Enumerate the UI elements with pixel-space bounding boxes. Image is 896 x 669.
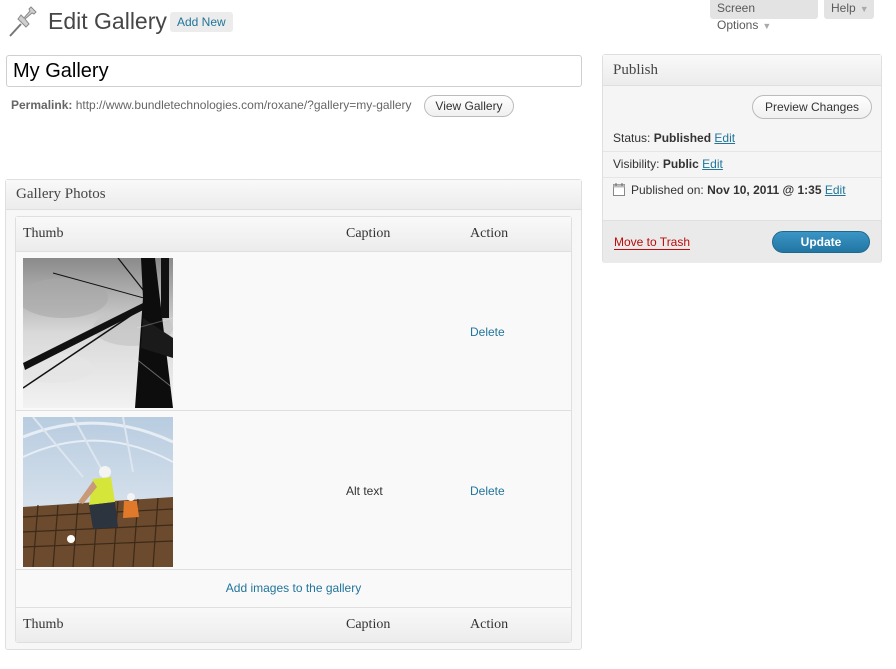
- published-label: Published on:: [631, 183, 704, 197]
- column-thumb: Thumb: [23, 617, 64, 632]
- table-row: Delete: [16, 252, 571, 411]
- preview-changes-button[interactable]: Preview Changes: [752, 95, 872, 119]
- publish-actions: Move to Trash Update: [603, 220, 881, 263]
- permalink: Permalink: http://www.bundletechnologies…: [11, 98, 412, 112]
- table-footer: Thumb Caption Action: [16, 607, 571, 642]
- chevron-down-icon: ▼: [762, 21, 772, 31]
- update-button[interactable]: Update: [772, 231, 870, 253]
- published-on-line: Published on: Nov 10, 2011 @ 1:35 Edit: [631, 183, 846, 197]
- move-to-trash-link[interactable]: Move to Trash: [614, 235, 691, 250]
- crane-photo-thumbnail: [23, 258, 173, 408]
- delete-link[interactable]: Delete: [470, 325, 505, 339]
- edit-date-link[interactable]: Edit: [825, 183, 846, 197]
- gallery-box-title: Gallery Photos: [6, 180, 581, 210]
- visibility-line: Visibility: Public Edit: [613, 157, 723, 171]
- publish-box-title: Publish: [603, 55, 881, 86]
- divider: [603, 151, 881, 152]
- status-label: Status:: [613, 131, 651, 145]
- screen-options-label: Screen Options: [717, 1, 759, 32]
- edit-visibility-link[interactable]: Edit: [702, 157, 723, 171]
- edit-status-link[interactable]: Edit: [714, 131, 735, 145]
- gallery-table: Thumb Caption Action Delete Alt text Del…: [15, 216, 572, 643]
- help-label: Help: [831, 1, 856, 15]
- column-caption: Caption: [346, 617, 391, 632]
- publish-box: Publish Preview Changes Status: Publishe…: [602, 54, 882, 263]
- permalink-url[interactable]: http://www.bundletechnologies.com/roxane…: [76, 98, 412, 112]
- published-value: Nov 10, 2011 @ 1:35: [707, 183, 822, 197]
- pushpin-icon: [9, 6, 37, 37]
- help-tab[interactable]: Help ▼: [824, 0, 874, 19]
- status-line: Status: Published Edit: [613, 131, 735, 145]
- column-caption: Caption: [346, 226, 391, 241]
- post-title-input[interactable]: My Gallery: [6, 55, 582, 87]
- page-title: Edit Gallery: [48, 8, 167, 34]
- table-header: Thumb Caption Action: [16, 217, 571, 252]
- add-images-row: Add images to the gallery: [16, 570, 571, 607]
- add-new-button[interactable]: Add New: [170, 12, 233, 32]
- view-gallery-button[interactable]: View Gallery: [424, 95, 514, 117]
- visibility-label: Visibility:: [613, 157, 660, 171]
- table-row: Alt text Delete: [16, 411, 571, 570]
- delete-link[interactable]: Delete: [470, 484, 505, 498]
- chevron-down-icon: ▼: [859, 4, 869, 14]
- photo-caption: Alt text: [346, 484, 383, 498]
- visibility-value: Public: [662, 157, 699, 171]
- divider: [603, 177, 881, 178]
- calendar-icon: [613, 183, 625, 196]
- screen-options-tab[interactable]: Screen Options ▼: [710, 0, 818, 32]
- column-thumb: Thumb: [23, 226, 64, 241]
- column-action: Action: [470, 226, 509, 241]
- add-images-link[interactable]: Add images to the gallery: [226, 581, 361, 595]
- status-value: Published: [653, 131, 712, 145]
- construction-workers-photo-thumbnail: [23, 417, 173, 567]
- permalink-label: Permalink:: [11, 98, 73, 112]
- gallery-photos-box: Gallery Photos Thumb Caption Action Dele…: [5, 179, 582, 650]
- column-action: Action: [470, 617, 509, 632]
